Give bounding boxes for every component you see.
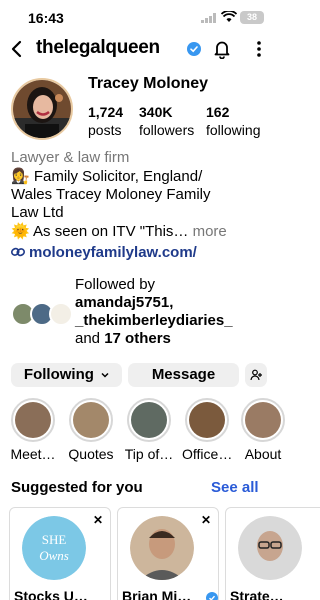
suggested-name: Brian Mi… [122, 588, 192, 600]
highlight-cover [131, 402, 167, 438]
website-url: moloneyfamilylaw.com/ [29, 244, 197, 261]
highlight-cover [245, 402, 281, 438]
see-all-link[interactable]: See all [211, 479, 259, 496]
highlight-label: Meet… [10, 446, 56, 462]
close-icon[interactable]: ✕ [93, 513, 103, 527]
wifi-icon [221, 11, 237, 22]
link-chain-icon [11, 247, 25, 257]
highlight-cover [189, 402, 225, 438]
story-highlight[interactable]: Meet… [8, 398, 58, 462]
header-username: thelegalqueen [36, 37, 160, 58]
followed-by-prefix: Followed by [75, 276, 156, 293]
bio-line-3: Law Ltd [11, 204, 64, 221]
suggested-title: Suggested for you [11, 479, 143, 496]
profile-name: Tracey Moloney [88, 75, 209, 92]
following-count: 162 [206, 104, 230, 120]
back-arrow-icon[interactable] [10, 39, 24, 59]
followers-count: 340K [139, 104, 173, 120]
status-time: 16:43 [28, 10, 64, 26]
bio-line-4-text: 🌞 As seen on ITV "This… [11, 223, 189, 240]
bio-more-link[interactable]: more [188, 223, 227, 240]
bio-line-4: 🌞 As seen on ITV "This… more [11, 223, 227, 241]
followed-and: and [75, 330, 105, 347]
suggested-avatar [130, 516, 194, 580]
profile-avatar[interactable] [11, 78, 73, 140]
add-person-icon [250, 369, 262, 381]
highlight-ring [127, 398, 171, 442]
mutual-avatar [49, 302, 73, 326]
highlight-ring [11, 398, 55, 442]
suggested-card[interactable]: Strate… [225, 507, 320, 600]
more-options-icon[interactable] [250, 39, 268, 59]
following-label: following [206, 122, 261, 138]
notification-bell-icon[interactable] [213, 39, 231, 59]
posts-count: 1,724 [88, 104, 124, 120]
mutual-followers-avatars[interactable] [11, 302, 75, 326]
following-button[interactable]: Following [11, 363, 122, 387]
signal-icon [201, 13, 216, 23]
suggested-name: Strate… [230, 588, 284, 600]
highlight-cover [15, 402, 51, 438]
bio-line-1: 👩‍⚖️ Family Solicitor, England/ [11, 168, 203, 185]
posts-label: posts [88, 122, 122, 138]
highlight-cover [73, 402, 109, 438]
profile-website-link[interactable]: moloneyfamilylaw.com/ [11, 244, 197, 261]
following-button-label: Following [23, 366, 94, 383]
verified-badge-icon [206, 592, 218, 600]
suggested-name: Stocks U… [14, 588, 88, 600]
posts-stat[interactable]: 1,724 posts [88, 103, 123, 139]
following-stat[interactable]: 162 following [206, 103, 260, 139]
followers-label: followers [139, 122, 195, 138]
bio-line-2: Wales Tracey Moloney Family [11, 186, 211, 203]
close-icon[interactable]: ✕ [201, 513, 211, 527]
logo-text: SHE [42, 532, 67, 547]
suggested-avatar: SHE Owns [22, 516, 86, 580]
suggested-avatar [238, 516, 302, 580]
highlight-ring [241, 398, 285, 442]
avatar-photo [13, 80, 71, 138]
story-highlight[interactable]: Tip of… [124, 398, 174, 462]
highlight-ring [185, 398, 229, 442]
highlight-label: About [244, 446, 282, 462]
followers-stat[interactable]: 340K followers [139, 103, 194, 139]
followed-by-text[interactable]: Followed by amandaj5751, _thekimberleydi… [75, 276, 233, 348]
highlight-label: Tip of… [124, 446, 174, 462]
suggested-card[interactable]: ✕ SHE Owns Stocks U… [9, 507, 111, 600]
profile-category: Lawyer & law firm [11, 149, 130, 166]
suggest-people-button[interactable] [245, 363, 267, 387]
message-button[interactable]: Message [128, 363, 239, 387]
story-highlight[interactable]: Office… [182, 398, 232, 462]
chevron-down-icon [101, 373, 109, 378]
highlight-label: Office… [182, 446, 233, 462]
mutual-others: 17 others [104, 330, 171, 347]
battery-icon: 38 [240, 11, 264, 24]
mutual-user-2: _thekimberleydiaries_ [75, 312, 233, 329]
story-highlight[interactable]: About [238, 398, 288, 462]
suggested-card[interactable]: ✕ Brian Mi… [117, 507, 219, 600]
highlight-label: Quotes [68, 446, 114, 462]
highlight-ring [69, 398, 113, 442]
logo-sub-text: Owns [39, 548, 69, 563]
profile-header: thelegalqueen [0, 34, 277, 66]
mutual-user-1: amandaj5751, [75, 294, 174, 311]
status-bar: 16:43 38 [0, 0, 277, 34]
story-highlight[interactable]: Quotes [66, 398, 116, 462]
verified-badge-icon [187, 42, 201, 56]
